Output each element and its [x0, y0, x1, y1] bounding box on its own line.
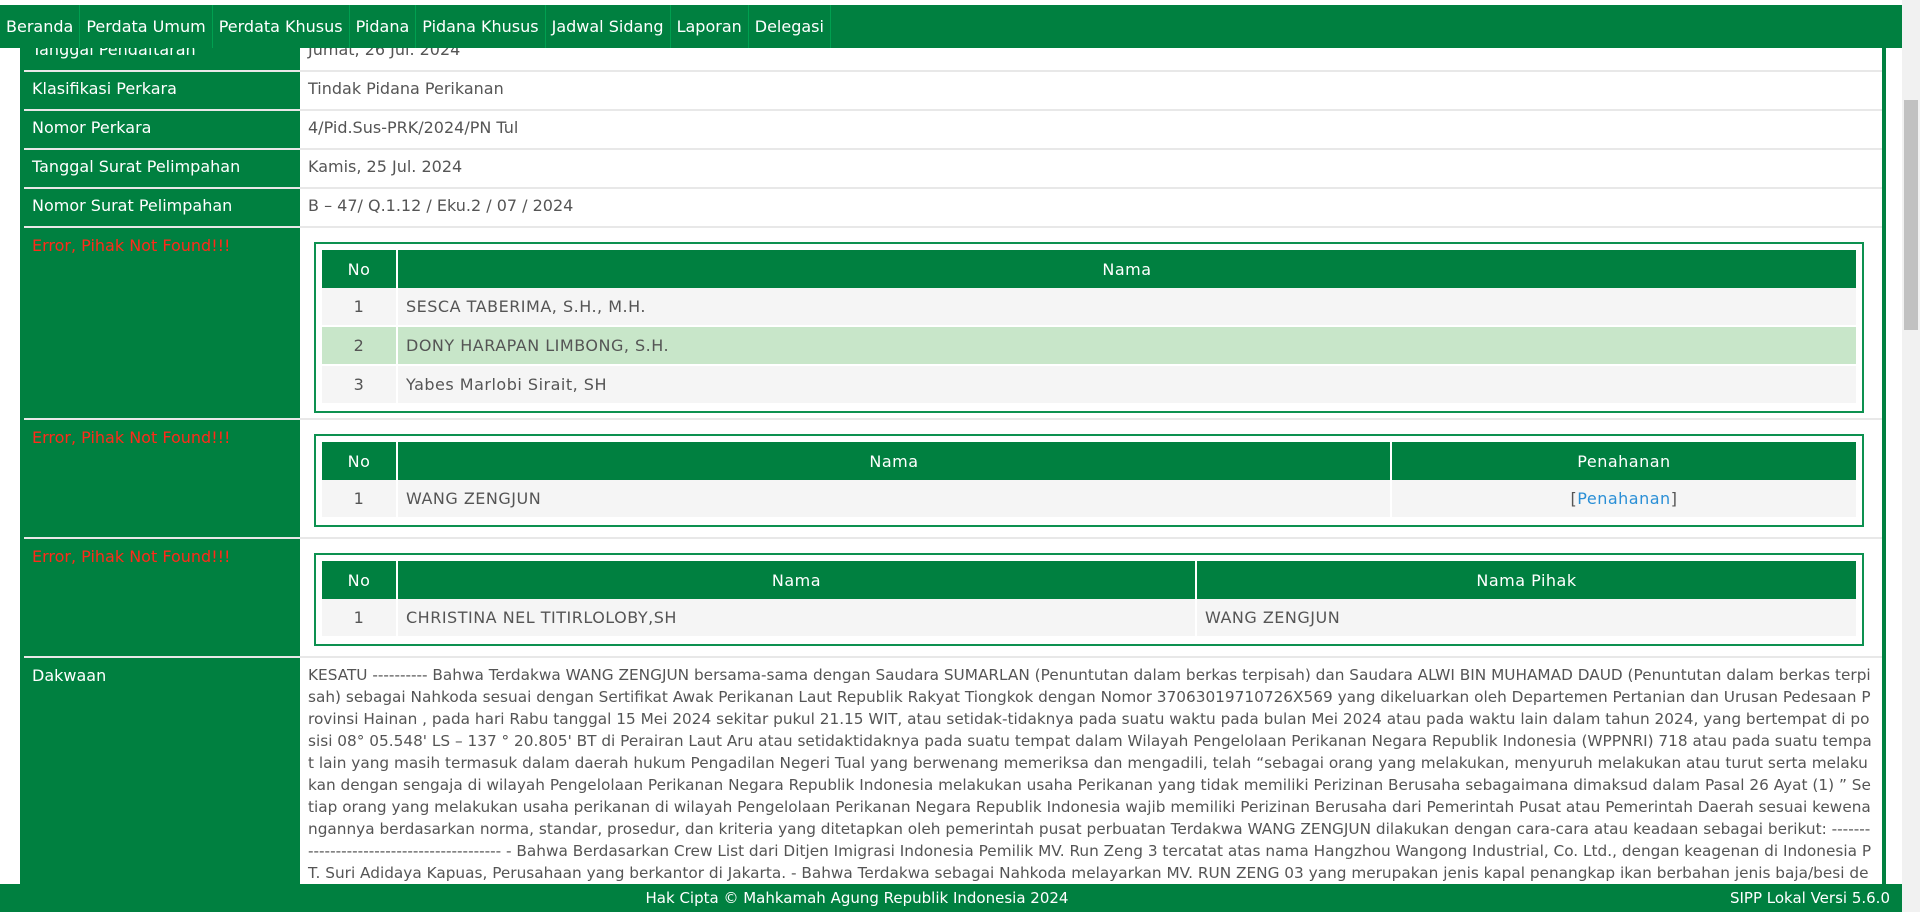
cell-no: 2: [322, 326, 398, 366]
nav-pidana-khusus[interactable]: Pidana Khusus: [416, 5, 546, 48]
col-header-no: No: [322, 561, 398, 599]
pihak-section: Error, Pihak Not Found!!! No Nama 1 SESC…: [24, 228, 1882, 420]
pihak-section-body: No Nama 1 SESCA TABERIMA, S.H., M.H. 2 D…: [300, 228, 1882, 418]
subtable-box: No Nama Penahanan 1 WANG ZENGJUN [Penaha…: [314, 434, 1864, 527]
table-row: 1 WANG ZENGJUN [Penahanan]: [322, 480, 1856, 519]
cell-nama: WANG ZENGJUN: [397, 480, 1392, 519]
dakwaan-row: Dakwaan KESATU ---------- Bahwa Terdakwa…: [24, 658, 1882, 884]
info-row: Tanggal Surat Pelimpahan Kamis, 25 Jul. …: [24, 150, 1882, 189]
col-header-nama: Nama: [397, 561, 1197, 599]
penuntut-table: No Nama 1 SESCA TABERIMA, S.H., M.H. 2 D…: [322, 250, 1856, 405]
cell-nama: SESCA TABERIMA, S.H., M.H.: [397, 288, 1856, 327]
info-row: Nomor Perkara 4/Pid.Sus-PRK/2024/PN Tul: [24, 111, 1882, 150]
info-value: B – 47/ Q.1.12 / Eku.2 / 07 / 2024: [308, 196, 574, 215]
info-row: Nomor Surat Pelimpahan B – 47/ Q.1.12 / …: [24, 189, 1882, 228]
info-row: Tanggal Pendaftaran Jumat, 26 Jul. 2024: [24, 48, 1882, 72]
penasihat-table: No Nama Nama Pihak 1 CHRISTINA NEL TITIR…: [322, 561, 1856, 638]
nav-jadwal-sidang[interactable]: Jadwal Sidang: [546, 5, 671, 48]
cell-nama-pihak: WANG ZENGJUN: [1196, 599, 1856, 638]
info-label: Nomor Perkara: [24, 111, 300, 148]
cell-no: 3: [322, 365, 398, 405]
error-label: Error, Pihak Not Found!!!: [24, 228, 300, 418]
info-value: Tindak Pidana Perikanan: [308, 79, 504, 98]
terdakwa-table: No Nama Penahanan 1 WANG ZENGJUN [Penaha…: [322, 442, 1856, 519]
nav-laporan[interactable]: Laporan: [671, 5, 749, 48]
cell-no: 1: [322, 288, 398, 327]
info-row: Klasifikasi Perkara Tindak Pidana Perika…: [24, 72, 1882, 111]
pihak-section: Error, Pihak Not Found!!! No Nama Nama P…: [24, 539, 1882, 658]
col-header-no: No: [322, 250, 398, 288]
penahanan-link[interactable]: Penahanan: [1577, 489, 1670, 508]
col-header-nama: Nama: [397, 442, 1392, 480]
nav-pidana[interactable]: Pidana: [350, 5, 417, 48]
pihak-section-body: No Nama Nama Pihak 1 CHRISTINA NEL TITIR…: [300, 539, 1882, 656]
col-header-nama: Nama: [397, 250, 1856, 288]
info-value: Kamis, 25 Jul. 2024: [308, 157, 463, 176]
cell-nama: Yabes Marlobi Sirait, SH: [397, 365, 1856, 405]
cell-no: 1: [322, 480, 398, 519]
cell-no: 1: [322, 599, 398, 638]
table-row: 1 CHRISTINA NEL TITIRLOLOBY,SH WANG ZENG…: [322, 599, 1856, 638]
error-label: Error, Pihak Not Found!!!: [24, 420, 300, 537]
col-header-penahanan: Penahanan: [1391, 442, 1856, 480]
copyright-text: Hak Cipta © Mahkamah Agung Republik Indo…: [645, 889, 1069, 907]
info-value: Jumat, 26 Jul. 2024: [308, 48, 461, 59]
nav-perdata-khusus[interactable]: Perdata Khusus: [213, 5, 350, 48]
footer: Hak Cipta © Mahkamah Agung Republik Indo…: [0, 884, 1902, 912]
info-value: 4/Pid.Sus-PRK/2024/PN Tul: [308, 118, 519, 137]
error-label: Error, Pihak Not Found!!!: [24, 539, 300, 656]
table-row: 1 SESCA TABERIMA, S.H., M.H.: [322, 288, 1856, 327]
dakwaan-value: KESATU ---------- Bahwa Terdakwa WANG ZE…: [300, 658, 1882, 884]
table-row: 3 Yabes Marlobi Sirait, SH: [322, 365, 1856, 405]
case-detail-panel: Tanggal Pendaftaran Jumat, 26 Jul. 2024 …: [20, 48, 1886, 884]
main-nav: Beranda Perdata Umum Perdata Khusus Pida…: [0, 5, 1902, 48]
info-label: Klasifikasi Perkara: [24, 72, 300, 109]
table-row: 2 DONY HARAPAN LIMBONG, S.H.: [322, 326, 1856, 366]
cell-nama: DONY HARAPAN LIMBONG, S.H.: [397, 326, 1856, 366]
nav-delegasi[interactable]: Delegasi: [749, 5, 831, 48]
info-label: Nomor Surat Pelimpahan: [24, 189, 300, 226]
col-header-no: No: [322, 442, 398, 480]
dakwaan-text: KESATU ---------- Bahwa Terdakwa WANG ZE…: [308, 666, 1872, 882]
version-text: SIPP Lokal Versi 5.6.0: [1729, 889, 1890, 907]
subtable-box: No Nama 1 SESCA TABERIMA, S.H., M.H. 2 D…: [314, 242, 1864, 413]
scrollbar-thumb[interactable]: [1904, 100, 1918, 330]
cell-nama: CHRISTINA NEL TITIRLOLOBY,SH: [397, 599, 1197, 638]
cell-penahanan: [Penahanan]: [1391, 480, 1856, 519]
pihak-section-body: No Nama Penahanan 1 WANG ZENGJUN [Penaha…: [300, 420, 1882, 537]
nav-perdata-umum[interactable]: Perdata Umum: [80, 5, 213, 48]
subtable-box: No Nama Nama Pihak 1 CHRISTINA NEL TITIR…: [314, 553, 1864, 646]
info-label: Tanggal Surat Pelimpahan: [24, 150, 300, 187]
col-header-nama-pihak: Nama Pihak: [1196, 561, 1856, 599]
pihak-section: Error, Pihak Not Found!!! No Nama Penaha…: [24, 420, 1882, 539]
nav-beranda[interactable]: Beranda: [0, 5, 81, 48]
page-scrollbar[interactable]: [1902, 0, 1920, 912]
info-label: Tanggal Pendaftaran: [24, 48, 300, 70]
dakwaan-label: Dakwaan: [24, 658, 300, 884]
